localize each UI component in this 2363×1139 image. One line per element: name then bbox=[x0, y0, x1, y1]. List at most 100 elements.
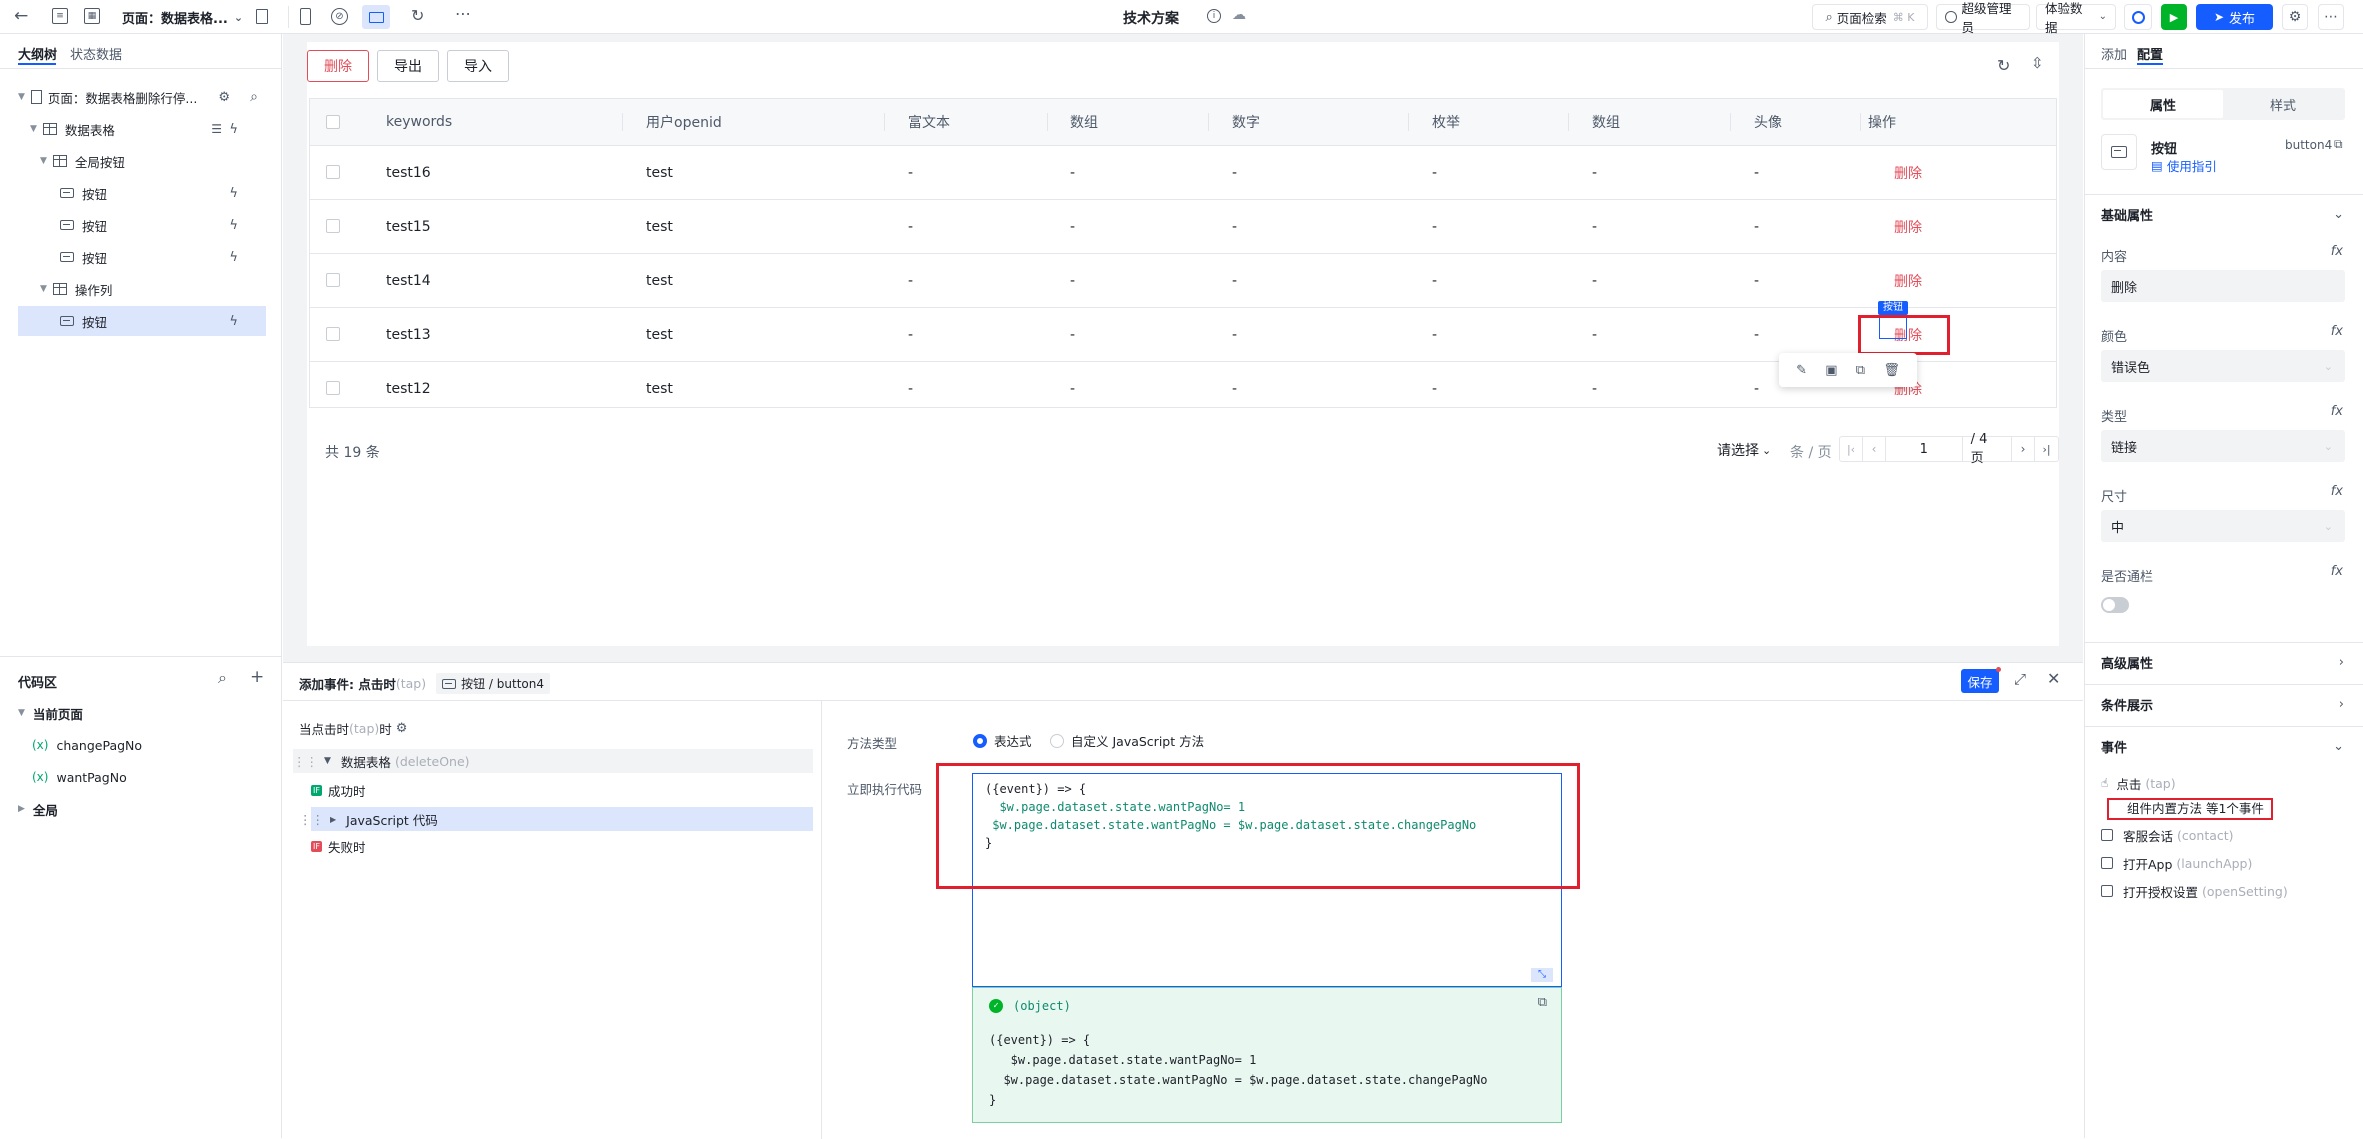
event-item-launch-app[interactable]: 打开App (launchApp) bbox=[2101, 852, 2252, 874]
save-button[interactable]: 保存 bbox=[1961, 669, 1999, 693]
column-height-icon[interactable]: ⇳ bbox=[2031, 56, 2044, 71]
import-button[interactable]: 导入 bbox=[447, 50, 509, 82]
event-item-contact[interactable]: 客服会话 (contact) bbox=[2101, 824, 2234, 846]
search-icon[interactable]: ⌕ bbox=[250, 90, 258, 104]
publish-button[interactable]: ➤ 发布 bbox=[2196, 4, 2273, 30]
next-page-icon[interactable]: › bbox=[2012, 437, 2036, 461]
row-checkbox[interactable] bbox=[326, 381, 340, 395]
row-checkbox[interactable] bbox=[326, 273, 340, 287]
row-delete-link[interactable]: 删除 bbox=[1894, 200, 1922, 253]
refresh-icon[interactable]: ↻ bbox=[411, 8, 424, 24]
section-conditional-display[interactable]: 条件展示 › bbox=[2085, 684, 2363, 724]
close-icon[interactable]: ✕ bbox=[2047, 671, 2060, 687]
section-events[interactable]: 事件 ⌄ bbox=[2085, 726, 2363, 766]
tab-config[interactable]: 配置 bbox=[2137, 44, 2163, 63]
copy-icon[interactable]: ⧉ bbox=[2334, 138, 2343, 150]
tree-item-global-buttons[interactable]: ▼ 全局按钮 bbox=[18, 146, 266, 176]
tab-outline[interactable]: 大纲树 bbox=[18, 44, 57, 63]
code-group-current-page[interactable]: ▼ 当前页面 bbox=[18, 698, 266, 728]
usage-guide-link[interactable]: ▤ 使用指引 bbox=[2151, 156, 2217, 175]
code-group-global[interactable]: ▶ 全局 bbox=[18, 794, 266, 824]
layout-icon[interactable]: ▦ bbox=[84, 8, 100, 24]
page-number-input[interactable]: 1 bbox=[1886, 437, 1963, 461]
fx-icon[interactable]: fx bbox=[2331, 244, 2343, 259]
mobile-view-icon[interactable] bbox=[300, 8, 311, 25]
event-item-open-setting[interactable]: 打开授权设置 (openSetting) bbox=[2101, 880, 2288, 902]
row-delete-link[interactable]: 删除 bbox=[1894, 146, 1922, 199]
row-checkbox[interactable] bbox=[326, 165, 340, 179]
tree-item-button[interactable]: 按钮 ϟ bbox=[18, 178, 266, 208]
lightning-icon[interactable]: ϟ bbox=[229, 218, 238, 233]
tree-item-action-column[interactable]: ▼ 操作列 bbox=[18, 274, 266, 304]
expand-icon[interactable]: ⤢ bbox=[2014, 672, 2026, 687]
fail-branch[interactable]: IF 失败时 bbox=[311, 837, 365, 856]
success-branch[interactable]: IF 成功时 bbox=[311, 781, 365, 800]
tab-add[interactable]: 添加 bbox=[2101, 44, 2127, 63]
fx-icon[interactable]: fx bbox=[2331, 324, 2343, 339]
fx-icon[interactable]: fx bbox=[2331, 564, 2343, 579]
first-page-icon[interactable]: |‹ bbox=[1840, 437, 1863, 461]
export-button[interactable]: 导出 bbox=[377, 50, 439, 82]
fx-icon[interactable]: fx bbox=[2331, 404, 2343, 419]
search-icon[interactable]: ⌕ bbox=[218, 670, 227, 686]
tree-item-button[interactable]: 按钮 ϟ bbox=[18, 242, 266, 272]
lightning-icon[interactable]: ϟ bbox=[229, 250, 238, 265]
page-list-icon[interactable]: ≡ bbox=[52, 8, 68, 24]
fullscreen-icon[interactable]: ⤡ bbox=[1531, 968, 1553, 982]
new-page-icon[interactable] bbox=[256, 9, 268, 24]
tab-state-data[interactable]: 状态数据 bbox=[70, 44, 122, 63]
row-checkbox[interactable] bbox=[326, 327, 340, 341]
page-size-select[interactable]: 请选择 ⌄ bbox=[1717, 440, 1771, 460]
add-icon[interactable]: + bbox=[250, 669, 264, 686]
tree-item-datatable[interactable]: ▼ 数据表格 ☰ ϟ bbox=[18, 114, 266, 144]
run-button[interactable]: ▶ bbox=[2161, 4, 2187, 30]
select-all-checkbox[interactable] bbox=[326, 115, 340, 129]
lightning-icon[interactable]: ϟ bbox=[229, 123, 238, 136]
more-menu-button[interactable]: ⋯ bbox=[2318, 4, 2344, 30]
drag-handle-icon[interactable]: ⋮⋮ bbox=[299, 812, 324, 827]
tree-item-button-selected[interactable]: 按钮 ϟ bbox=[18, 306, 266, 336]
page-search-button[interactable]: ⌕ 页面检索 ⌘ K bbox=[1812, 4, 1928, 30]
js-code-node[interactable]: ⋮⋮ ▶ JavaScript 代码 bbox=[299, 807, 813, 831]
settings-button[interactable]: ⚙ bbox=[2282, 4, 2308, 30]
code-var-item[interactable]: (x) changePagNo bbox=[18, 730, 266, 760]
segment-style[interactable]: 样式 bbox=[2223, 90, 2343, 118]
lightning-icon[interactable]: ϟ bbox=[229, 186, 238, 201]
block-toggle[interactable] bbox=[2101, 597, 2129, 613]
preview-button[interactable] bbox=[2124, 4, 2152, 30]
prev-page-icon[interactable]: ‹ bbox=[1863, 437, 1886, 461]
color-select[interactable]: 错误色 ⌄ bbox=[2101, 350, 2345, 382]
radio-expression[interactable]: 表达式 bbox=[973, 731, 1032, 750]
size-select[interactable]: 中 ⌄ bbox=[2101, 510, 2345, 542]
list-icon[interactable]: ☰ bbox=[211, 123, 222, 135]
save-icon[interactable]: ▣ bbox=[1825, 364, 1837, 377]
type-select[interactable]: 链接 ⌄ bbox=[2101, 430, 2345, 462]
last-page-icon[interactable]: ›| bbox=[2035, 437, 2058, 461]
radio-custom-js[interactable]: 自定义 JavaScript 方法 bbox=[1050, 731, 1204, 750]
tree-item-button[interactable]: 按钮 ϟ bbox=[18, 210, 266, 240]
lightning-icon[interactable]: ϟ bbox=[229, 314, 238, 329]
back-arrow-icon[interactable]: ← bbox=[14, 8, 28, 25]
compass-icon[interactable]: ⊘ bbox=[331, 8, 348, 25]
code-var-item[interactable]: (x) wantPagNo bbox=[18, 762, 266, 792]
edit-icon[interactable]: ✎ bbox=[1796, 364, 1807, 377]
env-selector[interactable]: 体验数据 ⌄ bbox=[2036, 1, 2116, 35]
section-basic-props[interactable]: 基础属性 ⌄ bbox=[2085, 194, 2363, 234]
event-item-tap[interactable]: ☝ 点击 (tap) bbox=[2101, 772, 2176, 794]
gear-icon[interactable]: ⚙ bbox=[218, 91, 230, 104]
delete-button[interactable]: 删除 bbox=[307, 50, 369, 82]
action-node[interactable]: ⋮⋮ ▼ 数据表格 (deleteOne) bbox=[293, 749, 813, 773]
refresh-icon[interactable]: ↻ bbox=[1997, 58, 2010, 74]
trash-icon[interactable]: 🗑 bbox=[1883, 364, 1900, 377]
copy-icon[interactable]: ⧉ bbox=[1538, 996, 1547, 1009]
section-advanced-props[interactable]: 高级属性 › bbox=[2085, 642, 2363, 682]
row-delete-link[interactable]: 删除 bbox=[1894, 254, 1922, 307]
info-icon[interactable]: i bbox=[1207, 9, 1221, 23]
more-icon[interactable]: ⋯ bbox=[455, 6, 471, 22]
segment-props[interactable]: 属性 bbox=[2103, 90, 2223, 118]
gear-icon[interactable]: ⚙ bbox=[396, 722, 408, 735]
page-selector[interactable]: 页面：数据表格... ⌄ bbox=[122, 8, 243, 27]
fx-icon[interactable]: fx bbox=[2331, 484, 2343, 499]
user-menu-button[interactable]: 超级管理员 bbox=[1936, 1, 2030, 35]
desktop-view-icon[interactable] bbox=[362, 5, 390, 29]
